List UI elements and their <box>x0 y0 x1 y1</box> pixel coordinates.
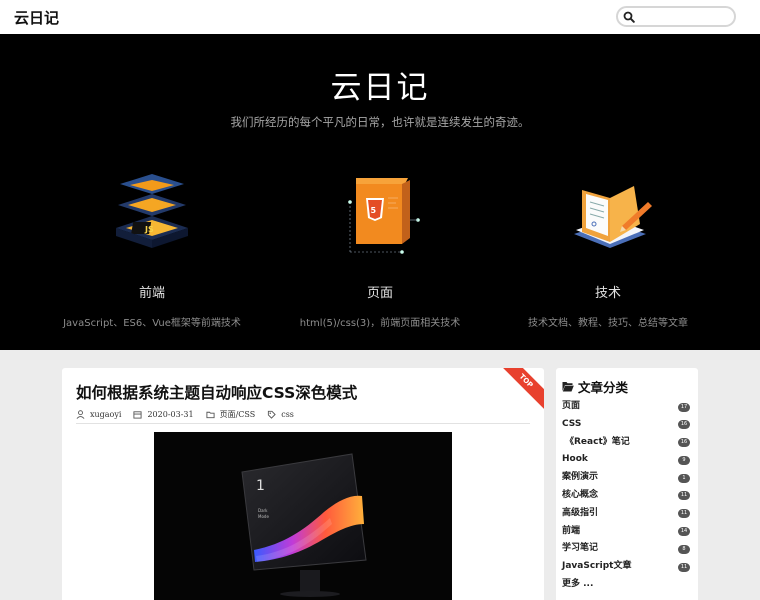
date-text: 2020-03-31 <box>147 409 194 419</box>
tag-icon <box>268 410 276 419</box>
feature-pages[interactable]: 5 页面 html(5)/css(3)，前端页面相关技术 <box>260 172 500 329</box>
category-name: 页面 <box>562 401 581 411</box>
category-name: 案例演示 <box>562 472 599 483</box>
category-name: 更多 ... <box>562 578 594 589</box>
feature-desc: 技术文档、教程、技巧、总结等文章 <box>528 318 688 329</box>
count-badge: 16 <box>678 420 690 430</box>
count-badge: 11 <box>678 562 690 572</box>
notebook-pencil-icon <box>574 186 652 248</box>
html5-box-icon: 5 <box>348 178 420 254</box>
feature-frontend[interactable]: JS 前端 JavaScript、ES6、Vue框架等前端技术 <box>32 172 272 329</box>
hero-banner: 云日记 我们所经历的每个平凡的日常，也许就是连续发生的奇迹。 JS 前端 Jav… <box>0 34 760 350</box>
author-name: xugaoyi <box>90 409 122 419</box>
count-badge: 11 <box>678 491 690 501</box>
feature-desc: html(5)/css(3)，前端页面相关技术 <box>299 318 461 329</box>
cover-text-line1: Dark <box>258 508 268 513</box>
category-item[interactable]: 案例演示 1 <box>562 469 690 487</box>
category-item[interactable]: 前端 14 <box>562 523 690 541</box>
search-icon <box>623 11 635 23</box>
category-item[interactable]: 《React》笔记 16 <box>562 434 690 452</box>
feature-title: 页面 <box>366 286 393 301</box>
post-category[interactable]: 页面/CSS <box>206 409 256 420</box>
category-name: JavaScript文章 <box>562 561 632 572</box>
category-item[interactable]: 核心概念 11 <box>562 487 690 505</box>
feature-tech[interactable]: 技术 技术文档、教程、技巧、总结等文章 <box>488 172 728 329</box>
feature-desc: JavaScript、ES6、Vue框架等前端技术 <box>63 318 241 329</box>
post-cover-image[interactable]: 1 Dark Mode <box>154 432 452 600</box>
layers-js-icon: JS <box>116 174 188 248</box>
calendar-icon <box>133 410 143 419</box>
count-badge: 17 <box>678 402 690 412</box>
tag-text: css <box>281 409 294 419</box>
category-item[interactable]: 学习笔记 8 <box>562 540 690 558</box>
top-navbar: 云日记 <box>0 0 760 34</box>
post-meta: xugaoyi 2020-03-31 页面/CSS css <box>76 407 306 421</box>
feature-title: 前端 <box>138 286 165 301</box>
category-name: 《React》笔记 <box>565 436 630 447</box>
category-text: 页面/CSS <box>219 409 256 419</box>
hero-subtitle: 我们所经历的每个平凡的日常，也许就是连续发生的奇迹。 <box>230 115 530 129</box>
category-item[interactable]: Hook 9 <box>562 451 690 469</box>
category-name: Hook <box>562 454 588 465</box>
svg-text:5: 5 <box>371 206 377 215</box>
category-sidebar: 文章分类 页面 17 CSS 16 《React》笔记 16 Hook 9 案例演示 1 … <box>556 368 698 600</box>
sidebar-heading: 文章分类 <box>562 377 628 396</box>
cover-text-line2: Mode <box>258 514 269 519</box>
post-divider <box>76 423 530 424</box>
category-item[interactable]: CSS 16 <box>562 416 690 434</box>
post-author[interactable]: xugaoyi <box>76 410 121 419</box>
svg-text:JS: JS <box>144 225 154 234</box>
feature-title: 技术 <box>594 286 621 301</box>
more-categories-link[interactable]: 更多 ... <box>562 576 690 594</box>
count-badge: 9 <box>678 455 690 465</box>
folder-icon <box>206 411 215 418</box>
category-item[interactable]: 页面 17 <box>562 398 690 416</box>
post-card: TOP 如何根据系统主题自动响应CSS深色模式 xugaoyi 2020-03-… <box>62 368 544 600</box>
count-badge: 11 <box>678 509 690 519</box>
user-icon <box>76 409 85 419</box>
category-item[interactable]: JavaScript文章 11 <box>562 558 690 576</box>
category-name: CSS <box>562 418 582 429</box>
count-badge: 16 <box>678 438 690 448</box>
category-item[interactable]: 高级指引 11 <box>562 505 690 523</box>
category-list: 页面 17 CSS 16 《React》笔记 16 Hook 9 案例演示 1 核心概念 1… <box>562 398 690 594</box>
count-badge: 1 <box>678 473 690 483</box>
cover-number: 1 <box>256 478 265 494</box>
hero-title: 云日记 <box>330 70 430 106</box>
category-name: 核心概念 <box>562 489 599 500</box>
post-title[interactable]: 如何根据系统主题自动响应CSS深色模式 <box>76 381 357 403</box>
category-name: 前端 <box>562 525 581 536</box>
post-date: 2020-03-31 <box>133 409 194 419</box>
search-box[interactable] <box>616 6 736 27</box>
post-tag[interactable]: css <box>267 410 294 419</box>
category-name: 高级指引 <box>562 507 599 518</box>
category-name: 学习笔记 <box>562 543 599 554</box>
top-ribbon: TOP <box>492 368 544 415</box>
sidebar-heading-text: 文章分类 <box>578 380 629 395</box>
count-badge: 14 <box>678 527 690 537</box>
count-badge: 8 <box>678 544 690 554</box>
folder-open-icon <box>562 382 574 392</box>
site-logo[interactable]: 云日记 <box>14 7 59 28</box>
